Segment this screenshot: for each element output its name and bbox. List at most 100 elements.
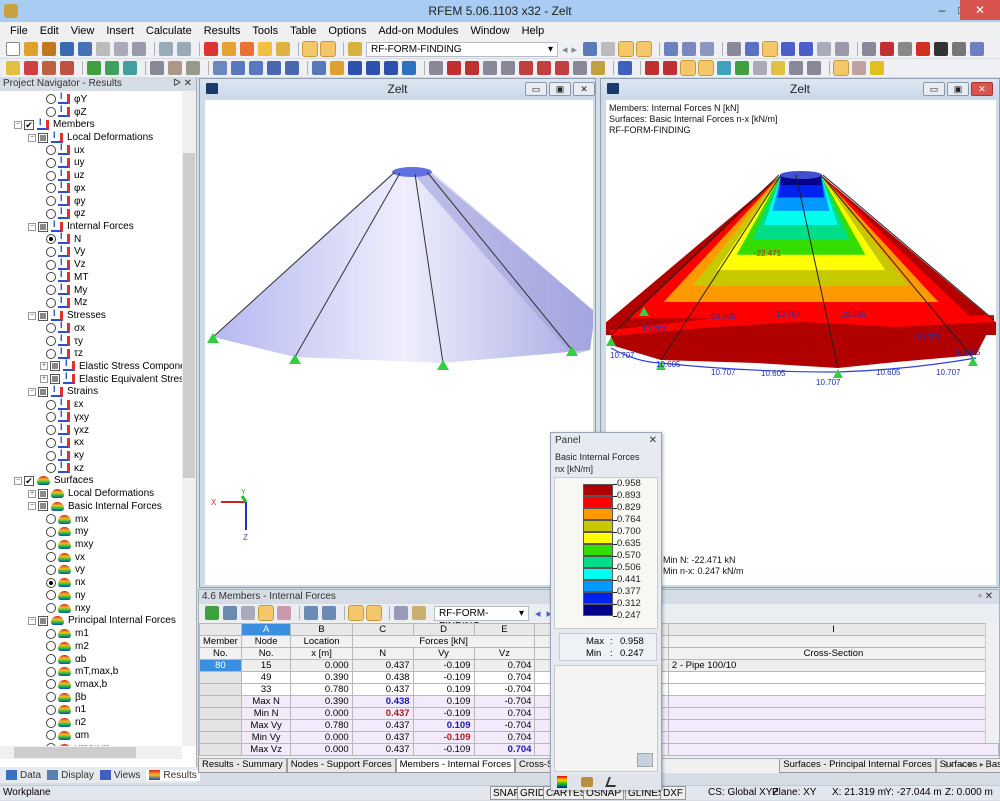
- grid-icon[interactable]: [745, 42, 760, 56]
- sheet-nav-buttons[interactable]: |◂ ◂ ▸ ▸|: [945, 760, 990, 769]
- settings-icon[interactable]: [412, 606, 426, 620]
- radio-button[interactable]: [46, 170, 56, 181]
- member-filter-icon[interactable]: [241, 606, 255, 620]
- cross-section-cell[interactable]: [667, 695, 1000, 708]
- nav-item[interactable]: + Local Deformations: [28, 487, 154, 500]
- collapse-icon[interactable]: −: [14, 476, 22, 485]
- cross-section-cell[interactable]: [667, 671, 1000, 684]
- view-x-icon[interactable]: [781, 42, 796, 56]
- nav-item[interactable]: κz: [46, 460, 84, 475]
- member-no-cell[interactable]: 80: [199, 659, 242, 672]
- nav-item[interactable]: mx: [46, 513, 88, 526]
- navigator-horizontal-scrollbar[interactable]: [0, 746, 182, 759]
- value-cell-n[interactable]: 0.437: [351, 683, 414, 696]
- nav-item[interactable]: γxz: [46, 422, 89, 437]
- radio-button[interactable]: [46, 425, 56, 436]
- location-cell[interactable]: 0.780: [290, 683, 353, 696]
- nav-item[interactable]: m2: [46, 640, 89, 653]
- view-close-button[interactable]: ✕: [573, 82, 595, 96]
- menu-options[interactable]: Options: [328, 25, 366, 37]
- nav-item[interactable]: nx: [46, 576, 86, 589]
- nav-item[interactable]: n2: [46, 716, 86, 729]
- column-letter[interactable]: B: [290, 623, 353, 636]
- column-letter[interactable]: E: [473, 623, 536, 636]
- member-no-cell[interactable]: [199, 671, 242, 684]
- print-icon[interactable]: [114, 42, 128, 56]
- next-icon[interactable]: ▸: [572, 43, 578, 56]
- radio-button[interactable]: [46, 450, 56, 461]
- section-results-icon[interactable]: [753, 61, 767, 75]
- solid-results-icon[interactable]: [717, 61, 731, 75]
- nav-item[interactable]: m1: [46, 627, 89, 640]
- value-cell-n[interactable]: 0.437: [351, 743, 414, 756]
- section-icon[interactable]: [682, 42, 697, 56]
- panel-close-icon[interactable]: ✕: [649, 433, 657, 449]
- radio-button[interactable]: [46, 717, 56, 728]
- menu-table[interactable]: Table: [290, 25, 316, 37]
- checkbox-partial[interactable]: [38, 310, 48, 321]
- nav-item[interactable]: φZ: [46, 104, 87, 119]
- color-scale-tab-icon[interactable]: [557, 776, 567, 788]
- cross-section-cell[interactable]: [667, 707, 1000, 720]
- radio-button[interactable]: [46, 539, 56, 550]
- table-pin-close[interactable]: ▫ ✕: [978, 590, 993, 604]
- location-cell[interactable]: 0.390: [290, 671, 353, 684]
- menu-view[interactable]: View: [71, 25, 95, 37]
- zoom-all-icon[interactable]: [429, 61, 443, 75]
- nav-item[interactable]: φz: [46, 206, 85, 220]
- checkbox-partial[interactable]: [38, 615, 48, 626]
- view-3d-icon[interactable]: [762, 41, 779, 57]
- collapse-icon[interactable]: −: [28, 222, 36, 231]
- value-cell-vz[interactable]: -0.704: [473, 683, 536, 696]
- check-icon[interactable]: [402, 61, 416, 75]
- radio-button[interactable]: [46, 234, 56, 245]
- generate-icon[interactable]: [348, 61, 362, 75]
- previous-icon[interactable]: ◂: [562, 43, 568, 56]
- nav-item[interactable]: φy: [46, 193, 85, 208]
- member-no-cell[interactable]: [199, 743, 242, 756]
- sheet-tab[interactable]: Nodes - Support Forces: [286, 759, 396, 773]
- redo-icon[interactable]: [177, 42, 191, 56]
- extremes-icon[interactable]: [277, 606, 291, 620]
- info-icon[interactable]: [934, 42, 949, 56]
- radio-button[interactable]: [46, 590, 56, 601]
- value-cell-vy[interactable]: 0.109: [412, 683, 475, 696]
- radio-button[interactable]: [46, 196, 56, 207]
- radio-button[interactable]: [46, 297, 56, 308]
- radio-button[interactable]: [46, 564, 56, 575]
- model-canvas-left[interactable]: X Z Y: [205, 100, 593, 585]
- nav-item[interactable]: σx: [46, 320, 85, 335]
- nav-item[interactable]: ny: [46, 589, 86, 602]
- radio-button[interactable]: [46, 463, 56, 474]
- radio-button[interactable]: [46, 285, 56, 296]
- member-no-cell[interactable]: [199, 719, 242, 732]
- ruler-icon[interactable]: [880, 42, 895, 56]
- value-cell-vy[interactable]: -0.109: [412, 707, 475, 720]
- copy-icon[interactable]: [249, 61, 263, 75]
- radio-button[interactable]: [46, 323, 56, 334]
- radio-button[interactable]: [46, 641, 56, 652]
- checkbox-partial[interactable]: [50, 361, 60, 372]
- move-icon[interactable]: [267, 61, 281, 75]
- nav-item[interactable]: − Strains: [28, 384, 98, 399]
- report-icon[interactable]: [258, 42, 272, 56]
- value-cell-n[interactable]: 0.437: [351, 719, 414, 732]
- collapse-icon[interactable]: −: [28, 311, 36, 320]
- radio-button[interactable]: [46, 336, 56, 347]
- render-mode-icon[interactable]: [618, 61, 632, 75]
- view-z-axis-icon[interactable]: [555, 61, 569, 75]
- collapse-icon[interactable]: −: [14, 120, 22, 129]
- navigator-view-icon[interactable]: [320, 41, 336, 57]
- menu-results[interactable]: Results: [204, 25, 241, 37]
- nav-item[interactable]: − Local Deformations: [28, 130, 153, 144]
- divide-icon[interactable]: [312, 61, 326, 75]
- radio-button[interactable]: [46, 603, 56, 614]
- value-cell-n[interactable]: 0.438: [351, 671, 414, 684]
- screenshot-icon[interactable]: [952, 42, 967, 56]
- nav-tab-data[interactable]: Data: [6, 770, 41, 781]
- model-canvas-right[interactable]: 10.707 10.605 10.707 10.605 10.707 10.605 10.7…: [606, 100, 996, 585]
- hinge-icon[interactable]: [105, 61, 119, 75]
- nav-item[interactable]: − Stresses: [28, 308, 106, 322]
- radio-button[interactable]: [46, 183, 56, 194]
- radio-button[interactable]: [46, 666, 56, 677]
